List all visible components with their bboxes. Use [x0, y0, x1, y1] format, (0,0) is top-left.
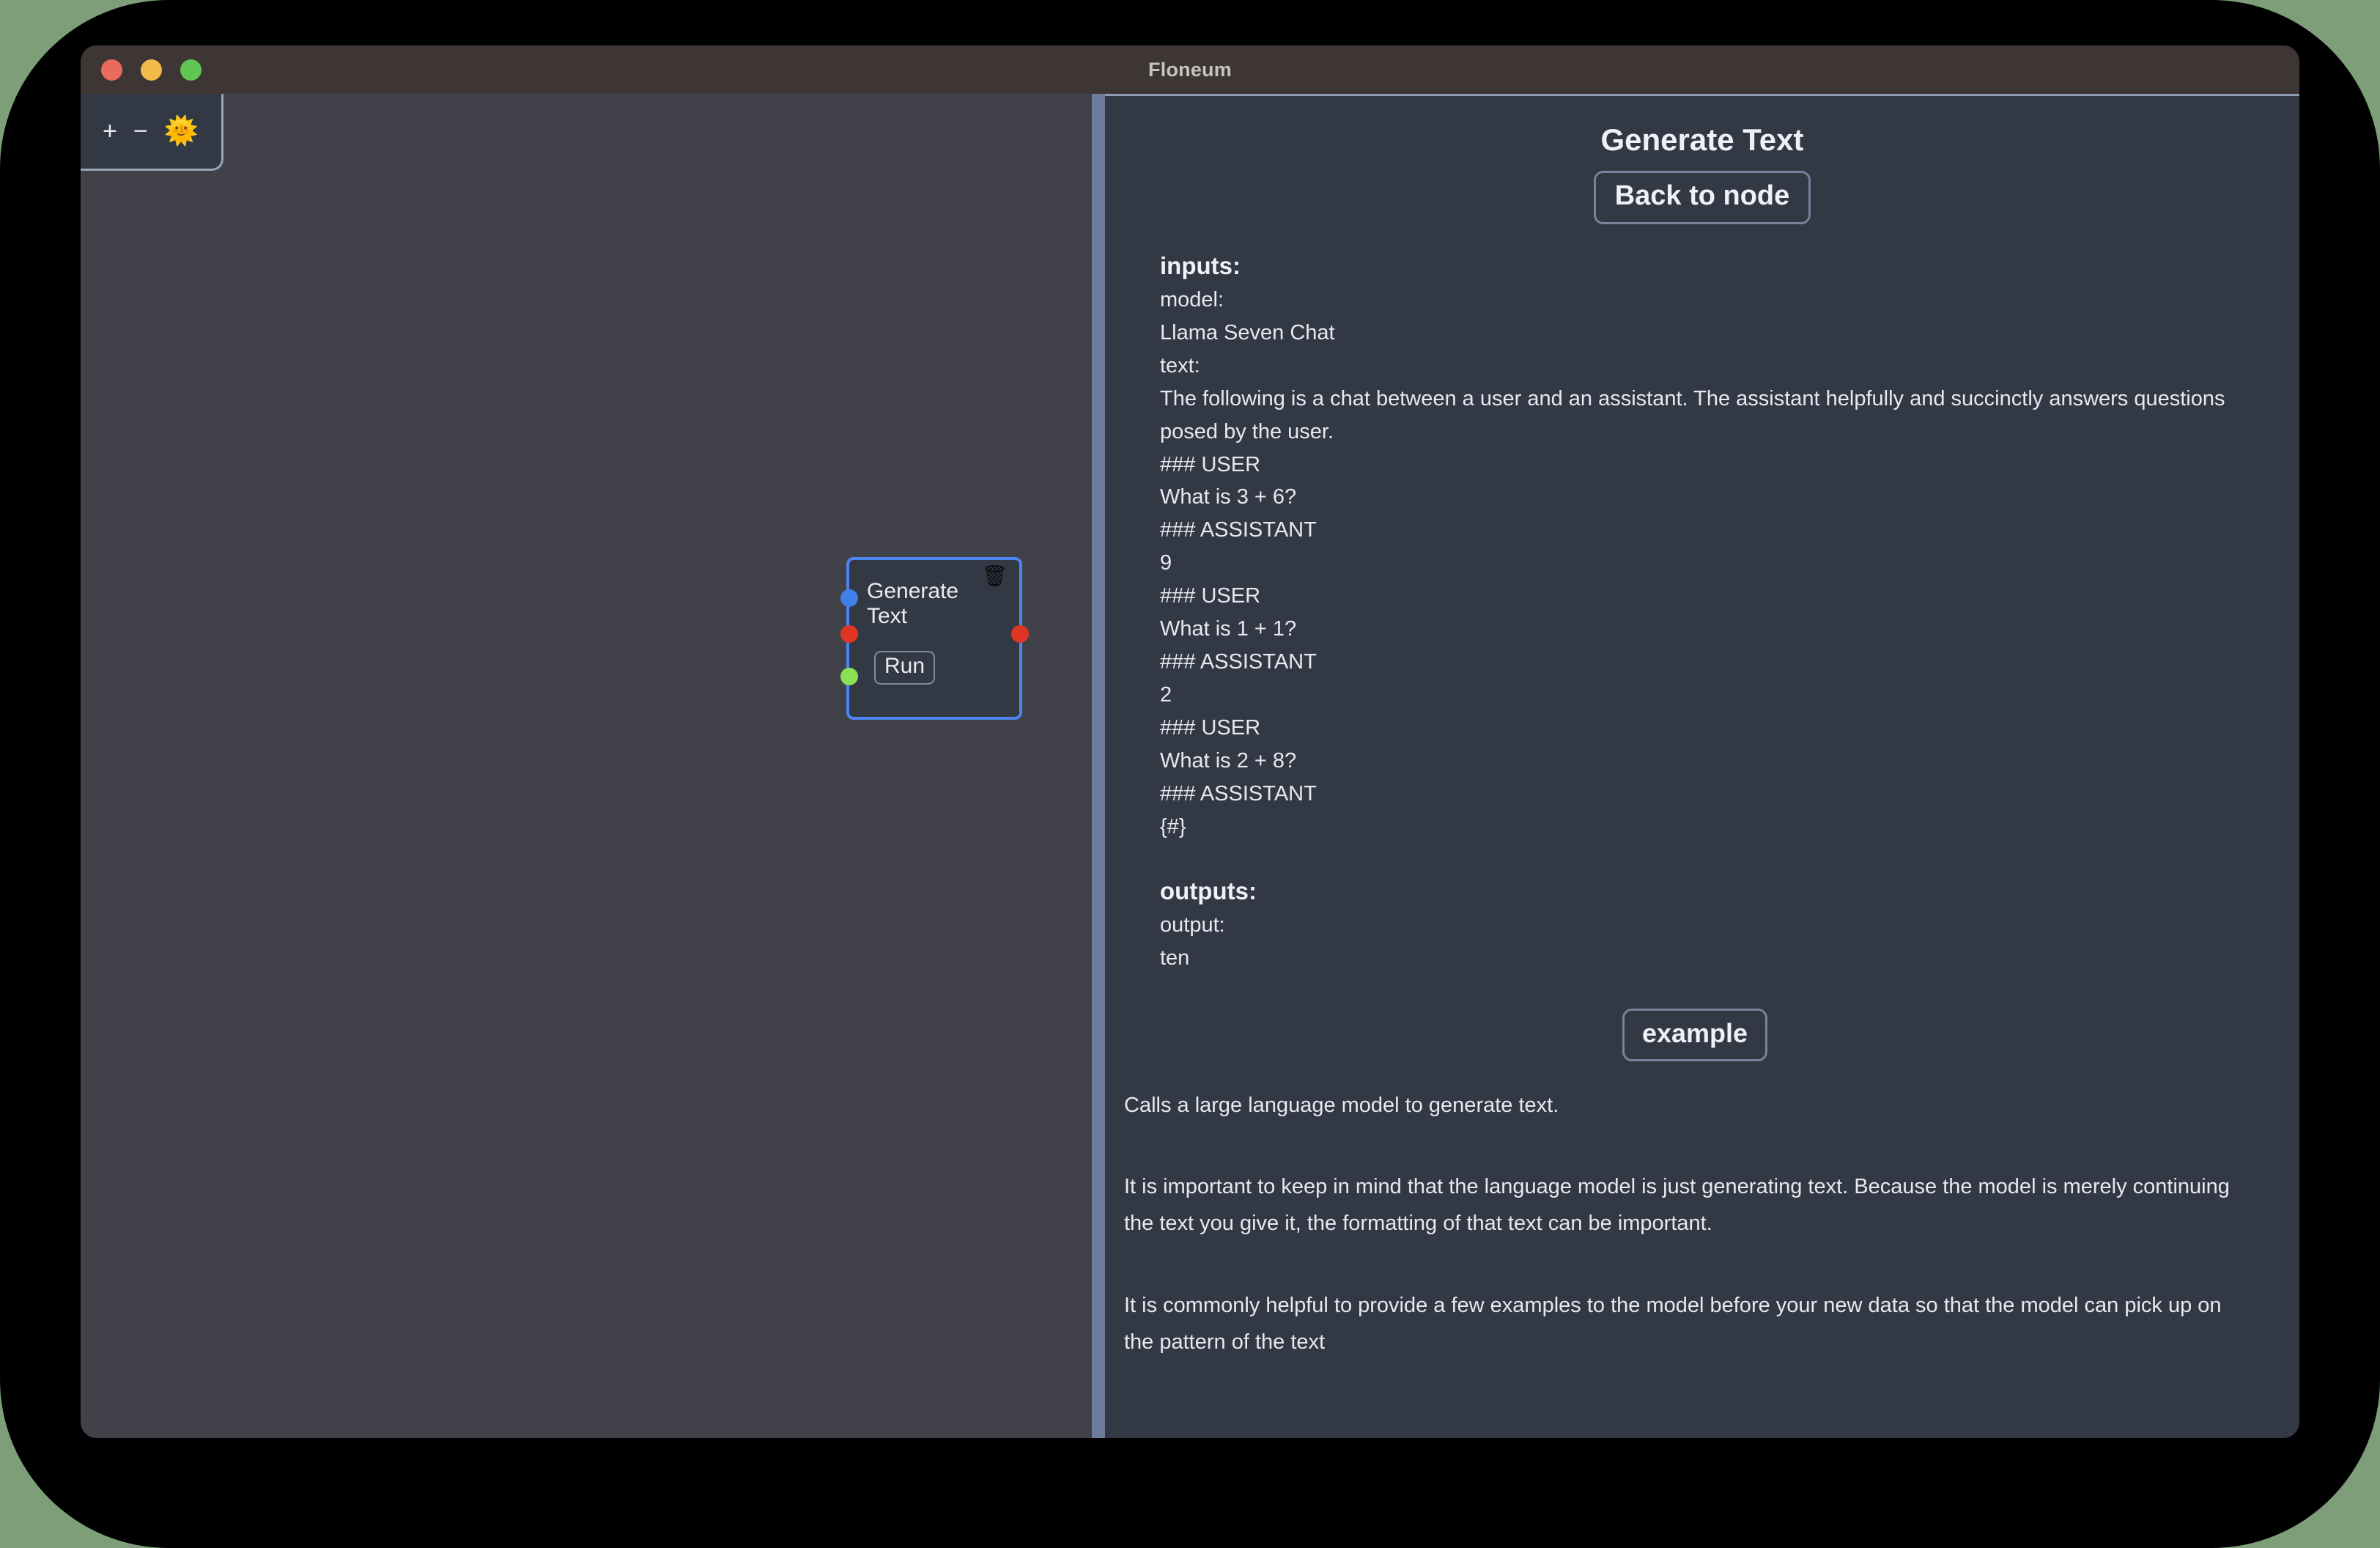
generate-text-node[interactable]: 🗑 Generate Text Run	[840, 557, 1029, 720]
zoom-toolbar: + − 🌞	[81, 94, 223, 171]
node-input-port-text[interactable]	[840, 625, 858, 643]
io-spacer	[1160, 844, 2230, 874]
input-field-text: text: The following is a chat between a …	[1160, 350, 2230, 844]
input-value-model: Llama Seven Chat	[1160, 320, 1335, 344]
titlebar: Floneum	[81, 45, 2299, 94]
output-field-output: output: ten	[1160, 909, 2230, 975]
inputs-heading: inputs:	[1160, 252, 1241, 279]
trash-icon[interactable]: 🗑	[981, 566, 1008, 586]
input-label-text: text:	[1160, 353, 1200, 377]
application-window: Floneum + − 🌞 🗑 Generate Text Run Genera…	[81, 45, 2299, 1438]
window-body: + − 🌞 🗑 Generate Text Run Generate Text	[81, 94, 2299, 1438]
panel-title: Generate Text	[1600, 122, 1804, 157]
back-to-node-button[interactable]: Back to node	[1593, 171, 1811, 224]
node-title: Generate Text	[867, 579, 959, 628]
details-scroll-area[interactable]: Generate Text Back to node inputs: model…	[1105, 96, 2299, 1438]
pane-divider-scrollbar[interactable]	[1092, 94, 1105, 1438]
description-paragraph: It is important to keep in mind that the…	[1124, 1175, 2230, 1236]
outputs-heading: outputs:	[1160, 877, 1257, 904]
input-value-text: The following is a chat between a user a…	[1160, 386, 2225, 838]
panel-header: Generate Text Back to node	[1105, 96, 2299, 224]
node-output-port[interactable]	[1011, 625, 1029, 643]
maximize-window-button[interactable]	[180, 59, 202, 81]
minimize-window-button[interactable]	[141, 59, 162, 81]
example-row: example	[1160, 1008, 2230, 1061]
input-label-model: model:	[1160, 287, 1224, 312]
zoom-in-button[interactable]: +	[103, 119, 117, 144]
output-label: output:	[1160, 913, 1225, 937]
sun-icon[interactable]: 🌞	[164, 117, 199, 145]
description-paragraph: It is commonly helpful to provide a few …	[1124, 1294, 2222, 1354]
traffic-light-group	[101, 59, 202, 81]
input-field-model: model: Llama Seven Chat	[1160, 284, 2230, 350]
node-graph-canvas[interactable]: + − 🌞 🗑 Generate Text Run	[81, 94, 1092, 1438]
description-paragraph: Calls a large language model to generate…	[1124, 1093, 1559, 1117]
window-title: Floneum	[1148, 58, 1232, 81]
io-block: inputs: model: Llama Seven Chat text: Th…	[1131, 224, 2274, 1061]
node-input-port-model[interactable]	[840, 589, 858, 607]
example-button[interactable]: example	[1622, 1008, 1768, 1061]
zoom-out-button[interactable]: −	[133, 119, 148, 144]
node-input-port-run[interactable]	[840, 668, 858, 685]
node-description: Calls a large language model to generate…	[1105, 1061, 2299, 1361]
close-window-button[interactable]	[101, 59, 122, 81]
output-value: ten	[1160, 946, 1190, 970]
node-details-panel: Generate Text Back to node inputs: model…	[1105, 94, 2299, 1438]
node-run-button[interactable]: Run	[874, 651, 936, 685]
